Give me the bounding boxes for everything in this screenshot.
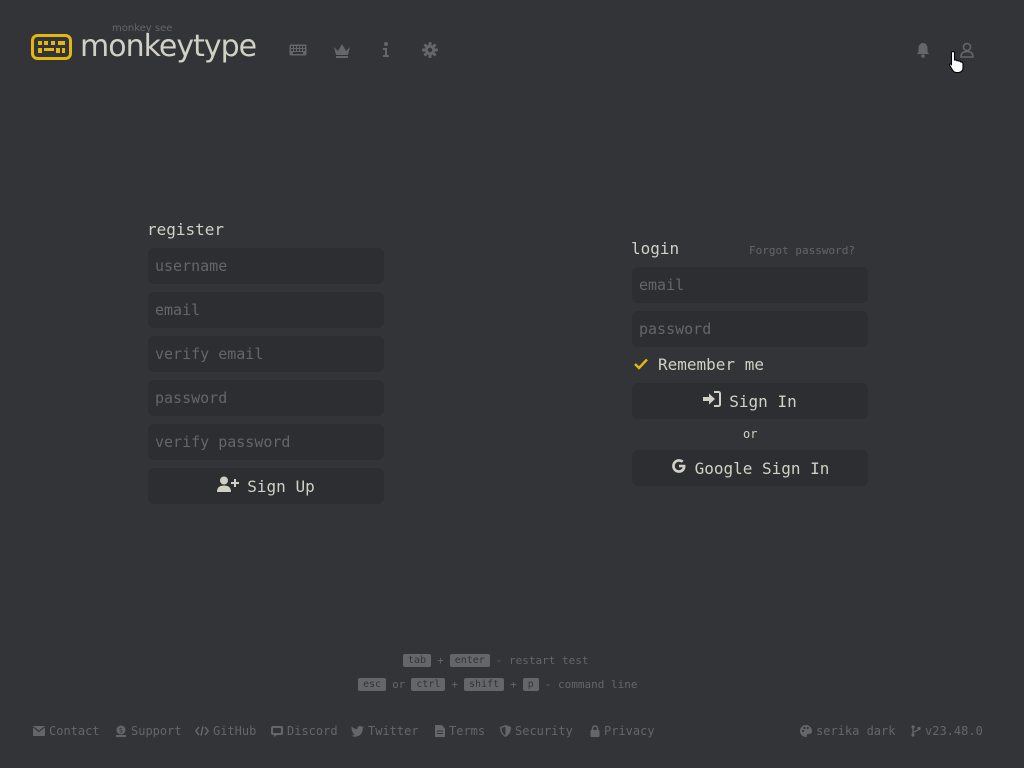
footer-support-link[interactable]: $ Support (115, 724, 182, 738)
footer-discord-link[interactable]: Discord (271, 724, 338, 738)
key-tab: tab (403, 654, 432, 667)
register-verify-email-input[interactable] (148, 336, 384, 372)
logo-subtitle: monkey see (112, 23, 173, 34)
register-verify-password-input[interactable] (148, 424, 384, 460)
keyboard-icon[interactable] (288, 40, 308, 60)
hint-plus: + (510, 678, 517, 691)
hint-plus: + (451, 678, 459, 691)
footer-privacy-link[interactable]: Privacy (590, 724, 655, 738)
key-enter: enter (449, 654, 490, 667)
document-icon (435, 725, 445, 737)
footer-discord-label: Discord (287, 724, 338, 738)
login-password-input[interactable] (632, 311, 868, 347)
code-branch-icon (911, 725, 921, 737)
palette-icon (800, 725, 812, 737)
hint-or: or (392, 678, 406, 691)
register-password-input[interactable] (148, 380, 384, 416)
login-email-input[interactable] (632, 267, 868, 303)
footer-terms-label: Terms (449, 724, 486, 738)
twitter-icon (351, 725, 364, 737)
restart-hint: tab + enter - restart test (403, 654, 589, 667)
sign-in-label: Sign In (729, 391, 797, 411)
register-username-input[interactable] (148, 248, 384, 284)
footer-terms-link[interactable]: Terms (435, 724, 485, 738)
theme-switcher[interactable]: serika dark (800, 724, 895, 738)
sign-in-button[interactable]: Sign In (632, 383, 868, 419)
hint-command-desc: - command line (544, 678, 638, 691)
logo-title: monkeytype (80, 29, 257, 64)
mouse-cursor-icon (948, 50, 966, 78)
shield-icon (500, 725, 511, 737)
footer-security-link[interactable]: Security (500, 724, 573, 738)
hint-restart-desc: - restart test (495, 654, 589, 667)
hint-plus: + (437, 654, 444, 667)
footer-twitter-link[interactable]: Twitter (351, 724, 419, 738)
key-ctrl: ctrl (411, 678, 446, 691)
key-esc: esc (358, 678, 387, 691)
login-title: login (631, 239, 680, 258)
sign-up-button[interactable]: Sign Up (148, 468, 384, 504)
footer-contact-label: Contact (49, 724, 100, 738)
footer-security-label: Security (515, 724, 573, 738)
crown-icon[interactable] (332, 40, 352, 60)
gear-icon[interactable] (420, 40, 440, 60)
remember-me-label: Remember me (658, 355, 764, 374)
version-link[interactable]: v23.48.0 (911, 724, 983, 738)
google-icon (671, 458, 687, 478)
key-p: p (522, 678, 539, 691)
footer-github-link[interactable]: GitHub (195, 724, 256, 738)
register-title: register (147, 220, 225, 239)
footer-twitter-label: Twitter (368, 724, 419, 738)
envelope-icon (33, 726, 45, 736)
footer-github-label: GitHub (213, 724, 257, 738)
svg-text:$: $ (119, 727, 123, 735)
footer-contact-link[interactable]: Contact (33, 724, 100, 738)
user-plus-icon (217, 476, 240, 496)
command-line-hint: esc or ctrl + shift + p - command line (358, 678, 638, 691)
logo-keyboard-icon (31, 34, 72, 60)
bell-icon[interactable] (913, 40, 933, 60)
footer-privacy-label: Privacy (604, 724, 655, 738)
code-icon (195, 726, 209, 736)
version-label: v23.48.0 (925, 724, 983, 738)
sign-in-icon (703, 391, 722, 411)
register-email-input[interactable] (148, 292, 384, 328)
or-separator: or (743, 427, 758, 441)
theme-name-label: serika dark (816, 724, 896, 738)
check-icon (634, 355, 648, 374)
remember-me-checkbox[interactable]: Remember me (634, 355, 764, 374)
lock-icon (590, 725, 600, 737)
forgot-password-link[interactable]: Forgot password? (749, 244, 855, 257)
google-sign-in-label: Google Sign In (694, 458, 830, 478)
logo[interactable]: monkey see monkeytype (31, 23, 257, 67)
key-shift: shift (464, 678, 505, 691)
google-sign-in-button[interactable]: Google Sign In (632, 450, 868, 486)
donate-icon: $ (115, 725, 127, 737)
footer-support-label: Support (131, 724, 182, 738)
discord-icon (271, 725, 283, 737)
info-icon[interactable] (376, 40, 396, 60)
sign-up-label: Sign Up (247, 476, 315, 496)
